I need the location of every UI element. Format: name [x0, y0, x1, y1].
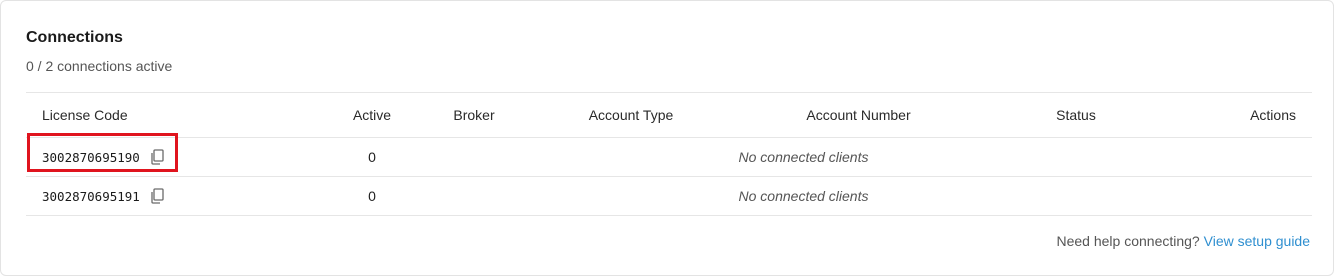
license-code: 3002870695190: [42, 149, 140, 165]
header-account-number: Account Number: [806, 107, 911, 123]
connections-table: License Code Active Broker Account Type …: [26, 92, 1312, 216]
copy-icon[interactable]: [148, 187, 166, 205]
view-setup-guide-link[interactable]: View setup guide: [1204, 233, 1310, 249]
no-clients-message: No connected clients: [738, 188, 869, 204]
no-clients-message: No connected clients: [738, 149, 869, 165]
header-account-type: Account Type: [588, 107, 674, 123]
header-broker: Broker: [453, 107, 495, 123]
help-text: Need help connecting?: [1056, 233, 1200, 249]
table-header-row: License Code Active Broker Account Type …: [26, 92, 1312, 137]
header-active: Active: [352, 107, 392, 123]
header-actions: Actions: [1250, 107, 1296, 123]
license-code-cell: 3002870695191: [42, 177, 166, 215]
copy-icon[interactable]: [148, 148, 166, 166]
active-count: 0: [368, 149, 376, 165]
help-footer: Need help connecting? View setup guide: [1057, 233, 1311, 249]
connections-card: Connections 0 / 2 connections active Lic…: [0, 0, 1334, 276]
connections-count: 0 / 2 connections active: [26, 58, 173, 74]
license-code: 3002870695191: [42, 188, 140, 204]
table-row: 3002870695191 0 No connected clients: [26, 176, 1312, 216]
connections-title: Connections: [26, 29, 123, 46]
active-count: 0: [368, 188, 376, 204]
license-code-cell: 3002870695190: [42, 138, 166, 176]
header-license-code: License Code: [42, 107, 128, 123]
header-status: Status: [1056, 107, 1096, 123]
table-row: 3002870695190 0 No connected clients: [26, 137, 1312, 176]
